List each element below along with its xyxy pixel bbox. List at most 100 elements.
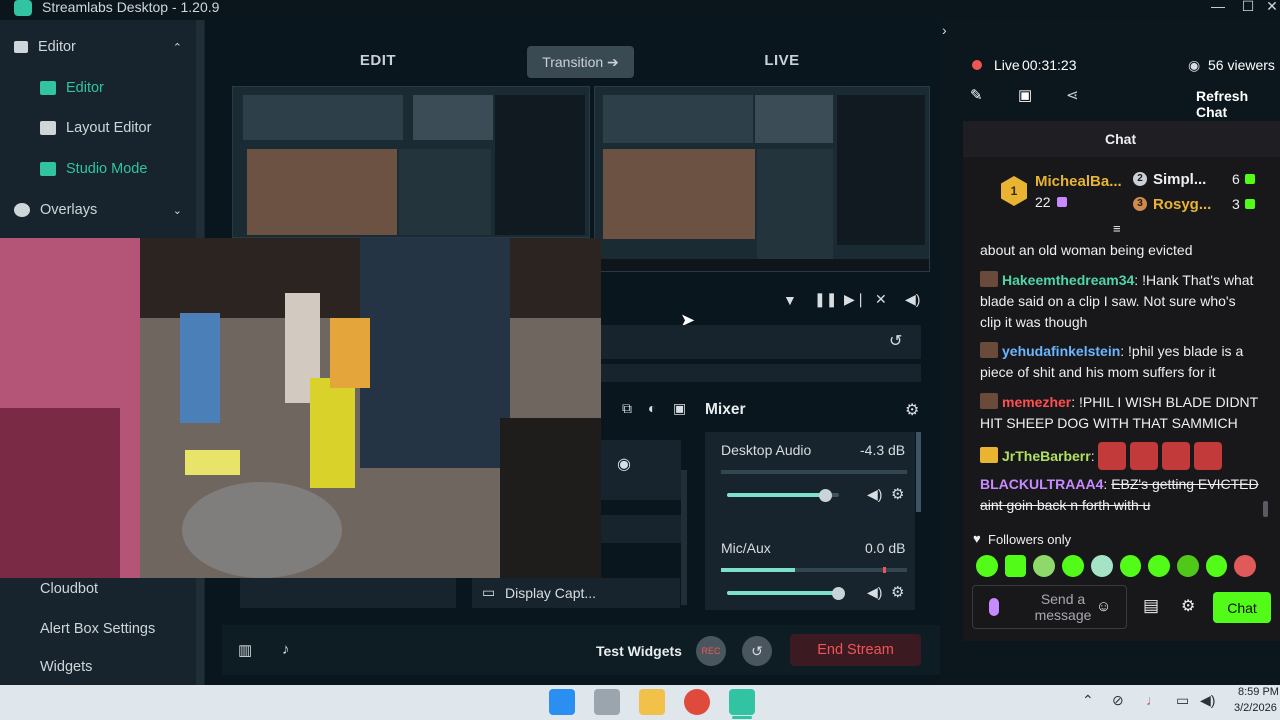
emote-icon[interactable]	[1148, 555, 1170, 577]
chat-username[interactable]: BLACKULTRAAA4	[980, 476, 1103, 492]
test-widgets-label[interactable]: Test Widgets	[596, 643, 682, 659]
emote-icon[interactable]	[1205, 555, 1228, 577]
visibility-icon[interactable]: ◉	[617, 454, 631, 474]
skip-icon[interactable]: ▶❘	[844, 291, 867, 308]
chat-settings-gear-icon[interactable]: ⚙	[1181, 596, 1195, 616]
filter-icon[interactable]: ▼	[783, 292, 797, 308]
scene-item[interactable]	[240, 578, 456, 608]
emote-icon[interactable]	[1033, 555, 1056, 577]
edit-pencil-icon[interactable]: ✎	[970, 86, 983, 104]
volume-icon[interactable]: ◀)	[905, 291, 920, 308]
chat-message: Hakeemthedream34: !Hank That's what blad…	[980, 271, 1254, 330]
clock-time[interactable]: 8:59 PM	[1238, 686, 1279, 698]
store-icon[interactable]: ▤	[1143, 596, 1159, 616]
emote-icon[interactable]	[1176, 555, 1199, 577]
chat-username[interactable]: memezher	[1002, 394, 1071, 410]
refresh-chat-button[interactable]: Refresh Chat	[1196, 88, 1280, 120]
minimize-button[interactable]: —	[1208, 0, 1228, 14]
task-view-icon[interactable]	[594, 689, 620, 715]
sidebar-item-overlays[interactable]: Overlays ⌄	[0, 192, 200, 228]
sources-scrollbar[interactable]	[681, 470, 687, 605]
emote-icon[interactable]	[1062, 555, 1084, 577]
video-icon[interactable]: ▣	[1018, 86, 1032, 104]
record-button[interactable]: REC	[696, 636, 726, 666]
edit-preview[interactable]	[232, 86, 590, 238]
studio-mode-icon	[40, 162, 56, 176]
chat-username[interactable]: yehudafinkelstein	[1002, 343, 1120, 359]
speaker-icon[interactable]: ◀)	[867, 584, 882, 601]
microphone-tray-icon[interactable]: ♩	[1146, 692, 1160, 708]
chrome-icon[interactable]	[684, 689, 710, 715]
collapse-chevron-icon[interactable]: ›	[942, 22, 947, 38]
overlays-icon	[14, 203, 30, 217]
sidebar-item-label: Widgets	[40, 659, 93, 675]
volume-knob[interactable]	[819, 489, 832, 502]
chat-scrollbar[interactable]	[1263, 501, 1268, 517]
event-row-2[interactable]	[601, 364, 921, 382]
eye-off-icon[interactable]: ⊘	[1112, 692, 1124, 709]
leader-name[interactable]: MichealBa...	[1035, 173, 1122, 190]
event-row[interactable]: ↺	[601, 325, 921, 359]
transition-button[interactable]: Transition ➔	[527, 46, 634, 78]
volume-knob[interactable]	[832, 587, 845, 600]
channel-settings-gear-icon[interactable]: ⚙	[891, 583, 904, 601]
chat-username[interactable]: JrTheBarberr	[1002, 448, 1091, 464]
clock-date[interactable]: 3/2/2026	[1234, 702, 1277, 714]
emote-icon[interactable]	[1090, 555, 1113, 577]
sidebar-item-editor-group[interactable]: Editor ⌃	[0, 29, 200, 65]
channel-settings-gear-icon[interactable]: ⚙	[891, 485, 904, 503]
sidebar-item-widgets[interactable]: Widgets	[0, 652, 200, 682]
windows-start-icon[interactable]	[549, 689, 575, 715]
source-item[interactable]: ◉	[601, 440, 681, 500]
emoji-icon[interactable]: ☺	[1096, 598, 1111, 615]
emote-icon[interactable]	[1234, 555, 1257, 577]
tray-overflow-chevron-icon[interactable]: ⌃	[1082, 692, 1094, 709]
maximize-button[interactable]: ☐	[1238, 0, 1258, 15]
emote-icon[interactable]	[1119, 555, 1142, 577]
pinned-hamburger-icon[interactable]: ≡	[1113, 221, 1121, 236]
monitor-icon: ▭	[482, 584, 496, 600]
refresh-icon[interactable]: ↺	[889, 331, 902, 351]
emote-icon[interactable]	[976, 555, 998, 577]
copy-icon[interactable]: ⧉	[622, 400, 632, 417]
sidebar-item-layout-editor[interactable]: Layout Editor	[0, 110, 200, 146]
streamlabs-taskbar-icon[interactable]	[729, 689, 755, 715]
followers-only-label: Followers only	[988, 532, 1072, 547]
microphone-icon[interactable]	[989, 598, 999, 616]
replay-buffer-button[interactable]: ↺	[742, 636, 772, 666]
audio-settings-icon[interactable]: ◐	[648, 400, 656, 416]
mixer-title: Mixer	[705, 401, 746, 418]
leader-name[interactable]: Simpl...	[1153, 171, 1206, 188]
stats-icon[interactable]: ▥	[238, 641, 252, 659]
file-explorer-icon[interactable]	[639, 689, 665, 715]
chat-username[interactable]: Hakeemthedream34	[1002, 272, 1134, 288]
mixer-scrollbar[interactable]	[916, 432, 921, 512]
close-button[interactable]: ✕	[1262, 0, 1280, 15]
emote-icon[interactable]	[1004, 555, 1027, 577]
app-logo-icon	[14, 0, 32, 16]
speaker-tray-icon[interactable]: ◀)	[1200, 692, 1215, 709]
channel-name: Mic/Aux	[721, 540, 771, 556]
notifications-bell-icon[interactable]: ♪	[282, 641, 290, 658]
sidebar-item-alert-box[interactable]: Alert Box Settings	[0, 611, 200, 647]
add-folder-icon[interactable]: ▣	[673, 400, 686, 417]
mute-alerts-icon[interactable]: ✕	[875, 291, 887, 308]
sidebar-item-studio-mode[interactable]: Studio Mode	[0, 151, 200, 187]
end-stream-button[interactable]: End Stream	[790, 634, 921, 666]
sidebar-item-editor[interactable]: Editor	[0, 70, 200, 106]
share-icon[interactable]: ⋖	[1066, 86, 1079, 104]
eye-icon: ◉	[1188, 57, 1201, 73]
chat-input[interactable]: Send a message ☺	[972, 585, 1127, 629]
pause-icon[interactable]: ❚❚	[814, 291, 837, 308]
speaker-icon[interactable]: ◀)	[867, 486, 882, 503]
window-title: Streamlabs Desktop - 1.20.9	[42, 0, 220, 15]
viewer-count: 56 viewers	[1208, 57, 1275, 73]
mixer-settings-gear-icon[interactable]: ⚙	[905, 400, 919, 420]
chat-send-button[interactable]: Chat	[1213, 592, 1271, 623]
leader-name[interactable]: Rosyg...	[1153, 196, 1211, 213]
live-preview[interactable]	[594, 86, 930, 272]
source-display-capture[interactable]: ▭ Display Capt...	[472, 578, 680, 608]
network-icon[interactable]: ▭	[1176, 692, 1189, 709]
live-dot-icon	[972, 60, 982, 70]
source-item-2[interactable]	[601, 515, 681, 543]
